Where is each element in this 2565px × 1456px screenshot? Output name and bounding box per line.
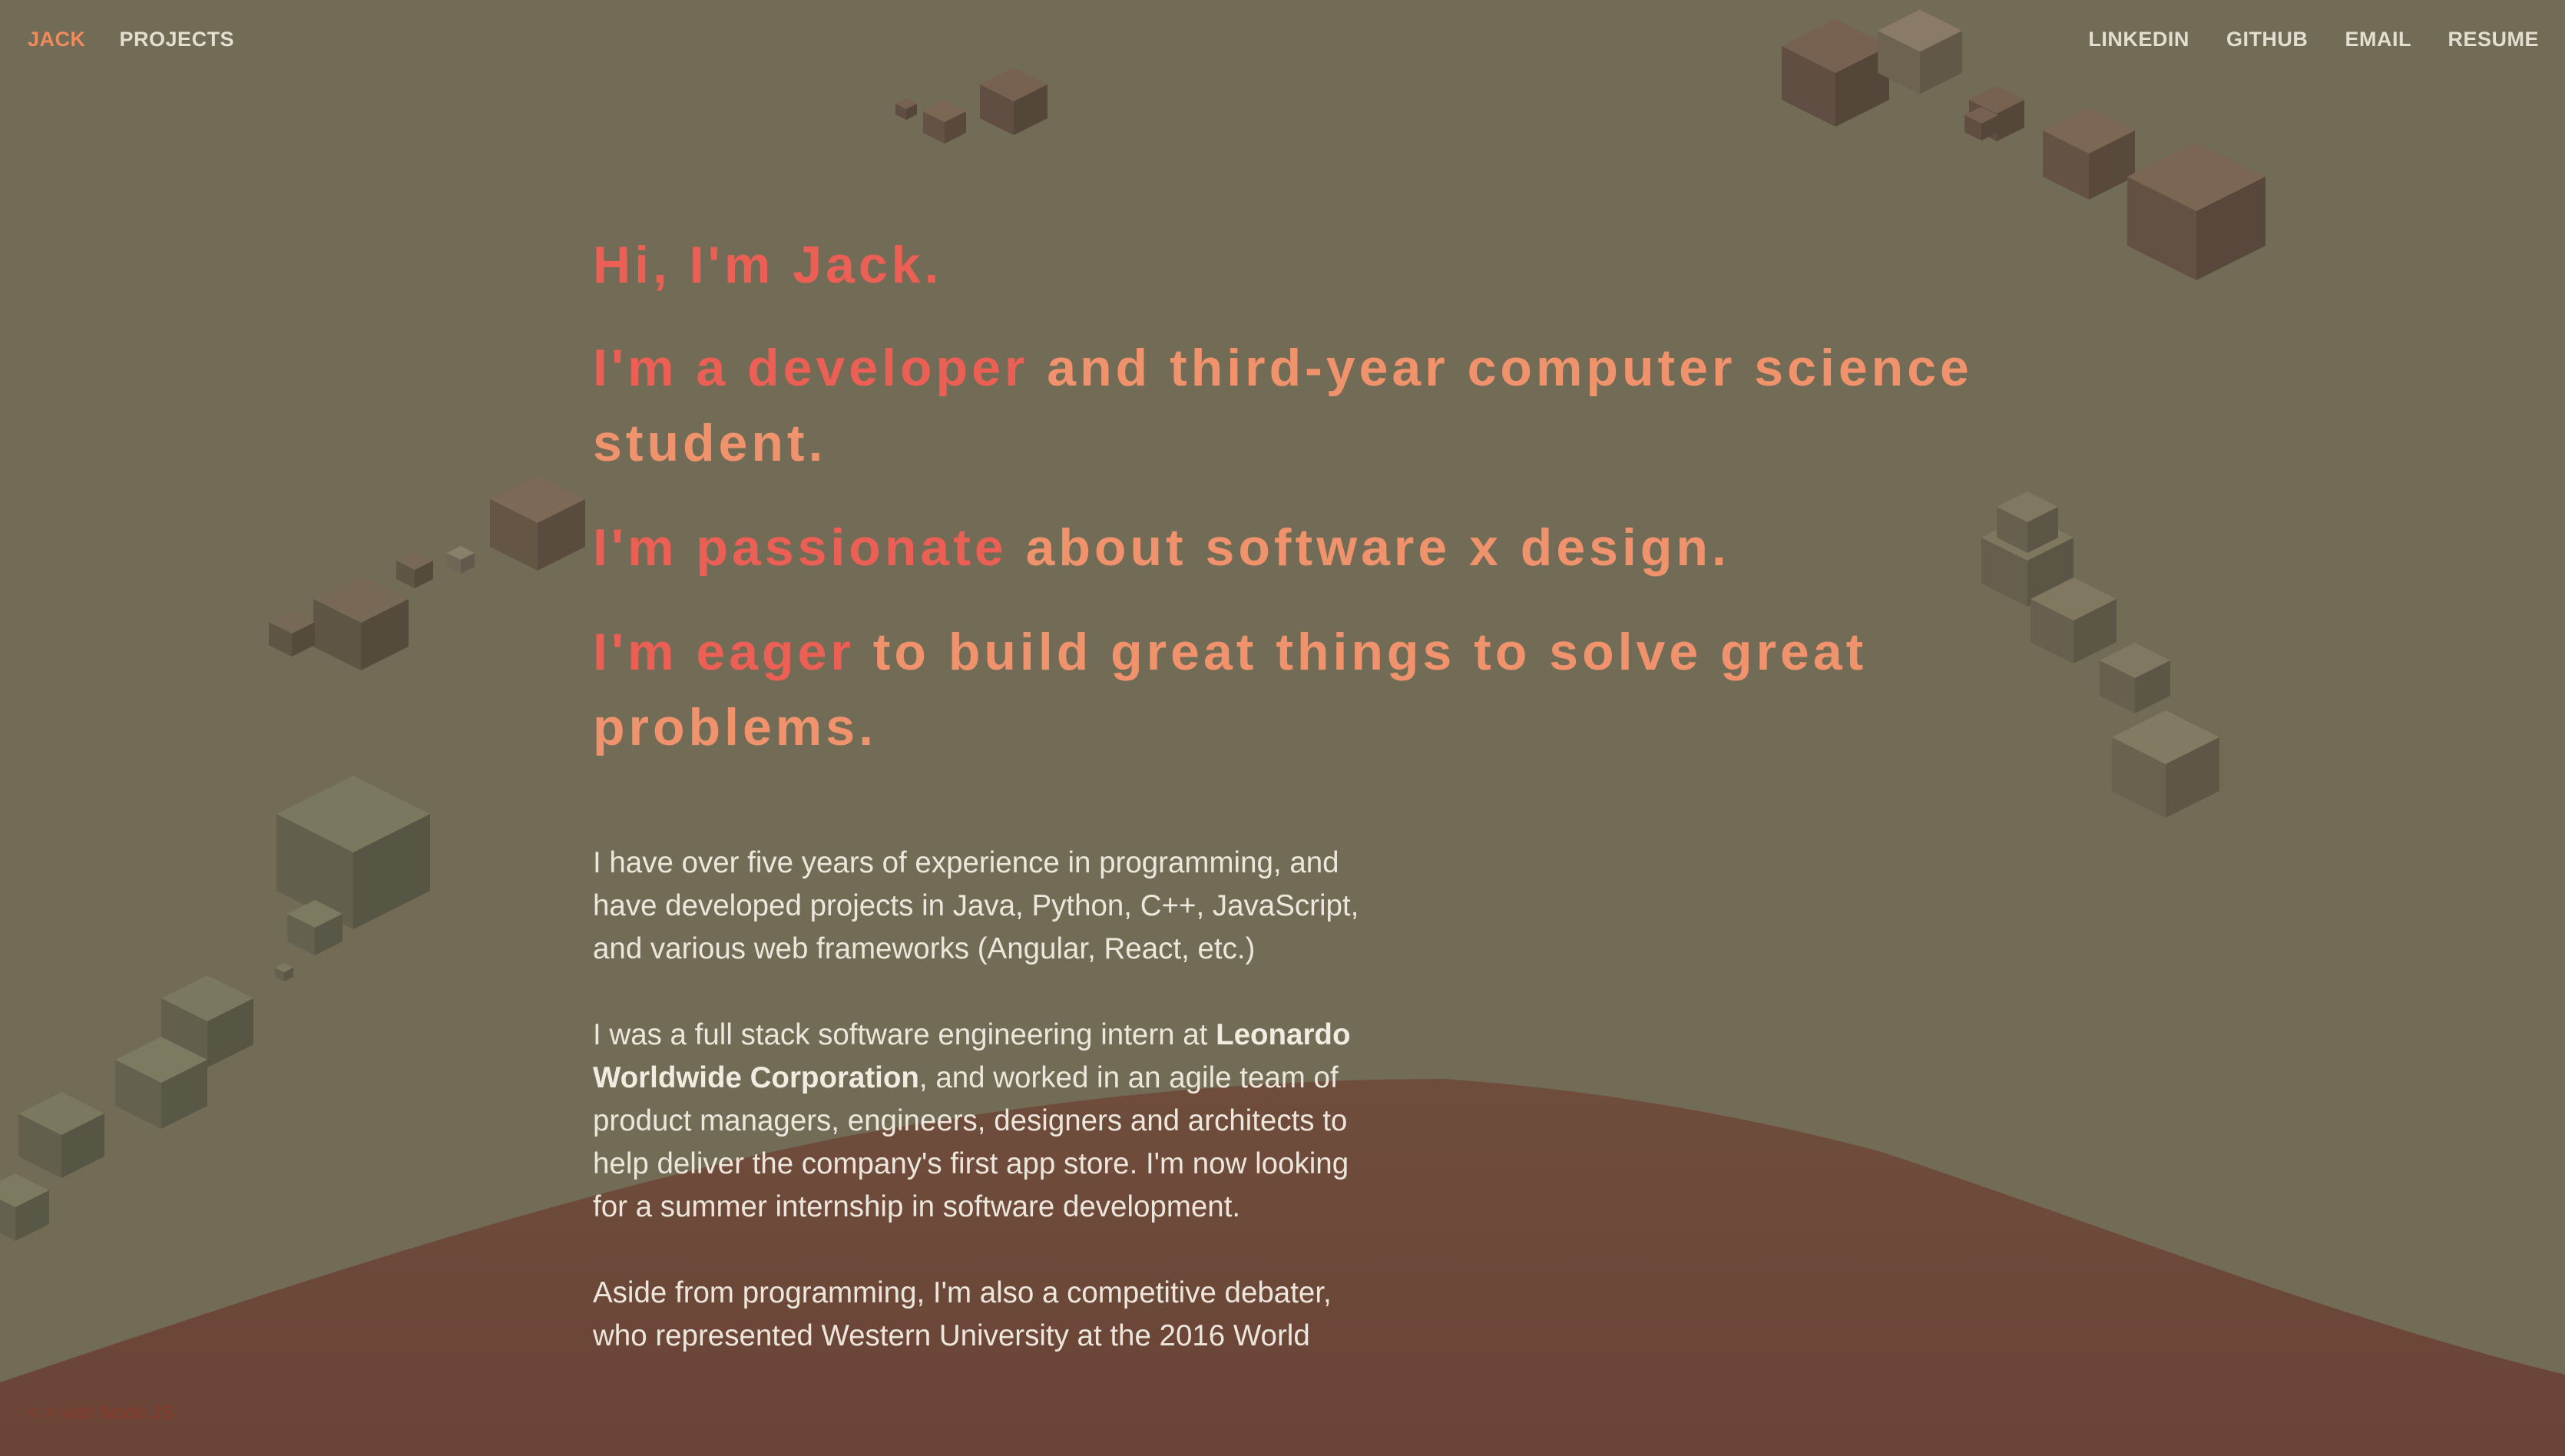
intro-section: Hi, I'm Jack. I'm a developer and third-… (593, 227, 2052, 1401)
greeting-heading: Hi, I'm Jack. (593, 236, 943, 294)
developer-heading: I'm a developer and third-year computer … (593, 330, 2052, 481)
bio-internship-prefix: I was a full stack software engineering … (593, 1018, 1216, 1051)
nav-left: JACK PROJECTS (28, 28, 262, 51)
developer-highlight: I'm a developer (593, 339, 1029, 397)
bio-internship-paragraph: I was a full stack software engineering … (593, 1014, 1376, 1229)
bio-debate-paragraph: Aside from programming, I'm also a compe… (593, 1276, 1332, 1352)
nav-resume-link[interactable]: RESUME (2448, 28, 2539, 51)
nav-email-link[interactable]: EMAIL (2345, 28, 2411, 51)
bio-experience-paragraph: I have over five years of experience in … (593, 846, 1359, 965)
nav-brand-link[interactable]: JACK (28, 28, 86, 51)
passionate-highlight: I'm passionate (593, 518, 1008, 577)
nav-projects-link[interactable]: PROJECTS (120, 28, 235, 51)
eager-highlight: I'm eager (593, 623, 855, 681)
nav-right: LINKEDIN GITHUB EMAIL RESUME (2057, 28, 2539, 51)
passionate-heading: I'm passionate about software x design. (593, 510, 2052, 585)
passionate-rest: about software x design. (1025, 518, 1730, 577)
built-with-note: < > with Node.JS (28, 1402, 174, 1424)
nav-linkedin-link[interactable]: LINKEDIN (2088, 28, 2189, 51)
nav-github-link[interactable]: GITHUB (2226, 28, 2308, 51)
bio-section: I have over five years of experience in … (593, 842, 1376, 1358)
eager-heading: I'm eager to build great things to solve… (593, 614, 2052, 765)
